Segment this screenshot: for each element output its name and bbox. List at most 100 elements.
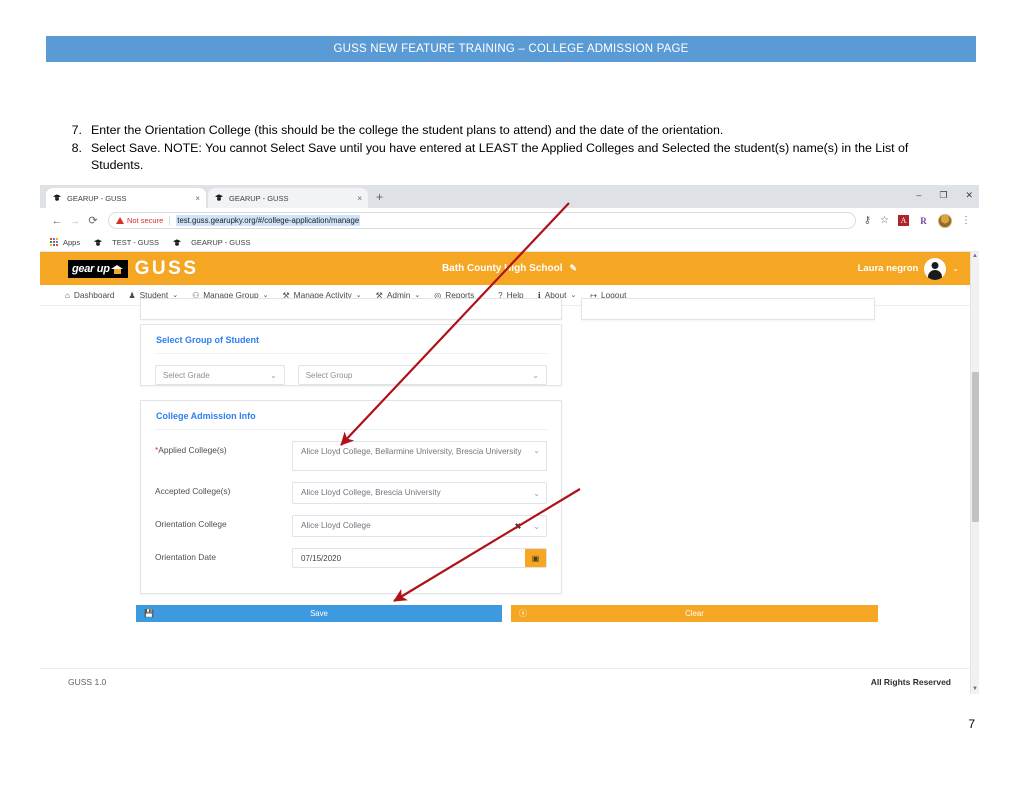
reload-icon[interactable]: ⟳: [84, 214, 102, 227]
graduation-cap-icon: [110, 262, 124, 275]
select-group-row: Select Grade ⌄ Select Group ⌄: [141, 354, 561, 385]
user-menu[interactable]: Laura negron ⌄: [858, 257, 959, 280]
orientation-college-select[interactable]: Alice Lloyd College ✖ ⌄: [292, 515, 547, 537]
divider: [155, 429, 547, 430]
url-text: test.guss.gearupky.org/#/college-applica…: [176, 215, 361, 226]
page-viewport: gear up GUSS Bath County High School ✎ L…: [40, 252, 979, 694]
bookmark-test-guss-label: TEST - GUSS: [112, 238, 160, 247]
clear-button[interactable]: ⓧ Clear: [511, 605, 878, 622]
clear-circle-icon: ⓧ: [519, 609, 527, 618]
browser-tab-1-title: GEARUP - GUSS: [67, 193, 127, 203]
instruction-item-8: 8. Select Save. NOTE: You cannot Select …: [64, 140, 954, 175]
orientation-date-input[interactable]: 07/15/2020 ▣: [292, 548, 547, 568]
adobe-extension-icon[interactable]: A: [898, 215, 909, 226]
app-header: gear up GUSS Bath County High School ✎ L…: [40, 252, 979, 285]
page-scrollbar[interactable]: ▲ ▼: [970, 252, 979, 694]
app-brand[interactable]: gear up GUSS: [68, 259, 199, 278]
slide-title-text: GUSS NEW FEATURE TRAINING – COLLEGE ADMI…: [333, 43, 689, 55]
forward-icon[interactable]: →: [66, 215, 84, 227]
browser-menu-icon[interactable]: ⋮: [961, 215, 971, 226]
chevron-down-icon: ⌄: [269, 370, 277, 380]
school-name: Bath County High School: [441, 263, 563, 274]
applied-colleges-row: *Applied College(s) Alice Lloyd College,…: [141, 441, 561, 471]
browser-tab-2[interactable]: GEARUP - GUSS ×: [208, 188, 368, 208]
address-bar[interactable]: Not secure test.guss.gearupky.org/#/coll…: [108, 212, 856, 229]
orientation-date-value: 07/15/2020: [301, 553, 342, 563]
select-group-card: Select Group of Student Select Grade ⌄ S…: [140, 324, 562, 386]
dashboard-icon: ⌂: [65, 290, 70, 300]
grade-select[interactable]: Select Grade ⌄: [155, 365, 285, 385]
nav-item-dashboard[interactable]: ⌂ Dashboard: [65, 290, 114, 300]
orientation-college-label: Orientation College: [155, 519, 227, 529]
orientation-date-row: Orientation Date 07/15/2020 ▣: [141, 548, 561, 568]
bookmark-gearup-guss[interactable]: GEARUP - GUSS: [172, 238, 251, 248]
scroll-down-arrow-icon[interactable]: ▼: [971, 685, 979, 694]
applied-colleges-value: Alice Lloyd College, Bellarmine Universi…: [301, 447, 522, 456]
key-icon[interactable]: ⚷: [864, 215, 871, 226]
chevron-down-icon: ⌄: [533, 521, 540, 531]
avatar: [924, 257, 947, 280]
edit-school-icon[interactable]: ✎: [570, 263, 578, 274]
bookmark-apps[interactable]: Apps: [50, 238, 80, 247]
applied-colleges-select[interactable]: Alice Lloyd College, Bellarmine Universi…: [292, 441, 547, 471]
gearup-favicon: [215, 194, 223, 201]
bookmark-star-icon[interactable]: ☆: [880, 215, 889, 226]
page-content: Select Group of Student Select Grade ⌄ S…: [40, 298, 979, 694]
chevron-down-icon: ⌄: [533, 446, 540, 455]
student-icon: ♟: [128, 290, 136, 300]
calendar-icon[interactable]: ▣: [525, 549, 546, 567]
rights-reserved: All Rights Reserved: [870, 676, 951, 687]
bookmarks-bar: Apps TEST - GUSS GEARUP - GUSS: [40, 234, 979, 252]
browser-window-screenshot: GEARUP - GUSS × GEARUP - GUSS × + – ❐ ✕ …: [40, 185, 979, 694]
browser-tab-1[interactable]: GEARUP - GUSS ×: [46, 188, 206, 208]
save-button-label: Save: [310, 609, 328, 618]
college-admission-card: College Admission Info *Applied College(…: [140, 400, 562, 594]
slide-title-banner: GUSS NEW FEATURE TRAINING – COLLEGE ADMI…: [46, 36, 976, 62]
gearup-logo-text: gear up: [72, 262, 110, 275]
instruction-number: 8.: [71, 140, 82, 155]
not-secure-badge[interactable]: Not secure: [116, 216, 171, 225]
bookmark-gearup-guss-label: GEARUP - GUSS: [191, 238, 251, 247]
college-admission-card-title: College Admission Info: [156, 411, 256, 421]
orientation-college-row: Orientation College Alice Lloyd College …: [141, 515, 561, 537]
app-footer: GUSS 1.0 All Rights Reserved: [40, 668, 979, 694]
browser-tab-1-close-icon[interactable]: ×: [195, 194, 200, 203]
not-secure-label: Not secure: [127, 216, 164, 225]
window-controls: – ❐ ✕: [916, 187, 973, 203]
partial-card-above-left: [140, 298, 562, 320]
minimize-icon[interactable]: –: [916, 187, 921, 203]
instruction-number: 7.: [71, 123, 82, 137]
apps-grid-icon: [50, 238, 59, 247]
applied-colleges-label: *Applied College(s): [155, 441, 292, 455]
save-button[interactable]: 💾 Save: [136, 605, 502, 622]
gearup-favicon: [173, 238, 182, 246]
gearup-favicon: [53, 194, 61, 201]
chevron-down-icon: ⌄: [952, 264, 959, 273]
form-actions: 💾 Save ⓧ Clear: [136, 605, 878, 622]
save-disk-icon: 💾: [144, 609, 154, 618]
scroll-up-arrow-icon[interactable]: ▲: [971, 252, 979, 261]
app-name: GUSS: [134, 258, 199, 279]
accepted-colleges-row: Accepted College(s) Alice Lloyd College,…: [141, 482, 561, 504]
instruction-text: Select Save. NOTE: You cannot Select Sav…: [91, 140, 909, 173]
applied-colleges-label-text: Applied College(s): [158, 445, 227, 455]
browser-tab-2-close-icon[interactable]: ×: [357, 194, 362, 203]
warning-triangle-icon: [116, 217, 124, 224]
browser-profile-avatar[interactable]: [938, 213, 952, 228]
partial-card-above-right: [581, 298, 875, 320]
clear-selection-icon[interactable]: ✖: [515, 522, 522, 531]
scrollbar-thumb[interactable]: [972, 372, 979, 522]
group-select[interactable]: Select Group ⌄: [297, 365, 547, 385]
maximize-icon[interactable]: ❐: [939, 187, 947, 203]
accepted-colleges-select[interactable]: Alice Lloyd College, Brescia University …: [292, 482, 547, 504]
close-window-icon[interactable]: ✕: [965, 187, 973, 203]
instruction-list: 7. Enter the Orientation College (this s…: [64, 122, 954, 175]
back-icon[interactable]: ←: [48, 215, 66, 227]
select-group-card-title: Select Group of Student: [156, 335, 260, 345]
nav-item-label: Dashboard: [73, 290, 115, 300]
chevron-down-icon: ⌄: [570, 292, 577, 299]
orientation-date-label: Orientation Date: [155, 552, 216, 562]
bookmark-test-guss[interactable]: TEST - GUSS: [93, 238, 159, 248]
new-tab-button[interactable]: +: [376, 191, 383, 203]
r-extension-icon[interactable]: R: [918, 215, 929, 226]
